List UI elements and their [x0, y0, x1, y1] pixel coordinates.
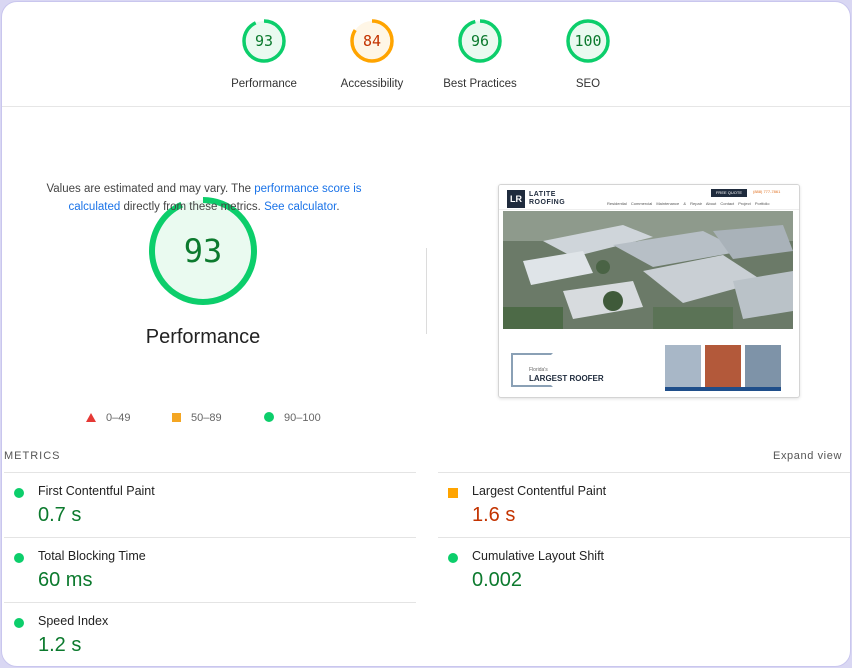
note-text: Values are estimated and may vary. The: [46, 183, 255, 195]
gauge-score: 96: [470, 32, 490, 50]
expand-view-toggle[interactable]: Expand view: [773, 450, 842, 462]
legend-range: 50–89: [191, 412, 222, 424]
metric-name: Total Blocking Time: [38, 549, 146, 563]
gauge-ring: 96: [457, 18, 503, 64]
gauge-label: Performance: [231, 78, 297, 90]
gauge-score: 84: [362, 32, 382, 50]
gauge-label: Best Practices: [443, 78, 517, 90]
gauge-ring: 84: [349, 18, 395, 64]
legend-range: 0–49: [106, 412, 131, 424]
metric-name: First Contentful Paint: [38, 484, 155, 498]
performance-title: Performance: [145, 326, 261, 348]
site-brand: LATITE ROOFING: [529, 191, 566, 206]
legend-pass: 90–100: [264, 412, 321, 424]
metric-name: Cumulative Layout Shift: [472, 549, 605, 563]
square-icon: [172, 413, 181, 422]
gallery-photo: [745, 345, 781, 387]
gauge-performance[interactable]: 93 Performance: [209, 18, 319, 90]
circle-icon: [264, 412, 274, 422]
metric-name: Speed Index: [38, 614, 109, 628]
legend-range: 90–100: [284, 412, 321, 424]
site-nav: Residential Commercial Maintenance & Rep…: [607, 201, 770, 206]
gauge-label: SEO: [575, 78, 601, 90]
pass-circle-icon: [14, 553, 24, 563]
gauge-accessibility[interactable]: 84 Accessibility: [317, 18, 427, 90]
pass-circle-icon: [14, 618, 24, 628]
metric-value: 60 ms: [38, 569, 93, 591]
pass-circle-icon: [14, 488, 24, 498]
metric-divider: [438, 472, 850, 473]
gauge-seo[interactable]: 100 SEO: [533, 18, 643, 90]
triangle-icon: [86, 413, 96, 422]
legend-average: 50–89: [172, 412, 222, 424]
aerial-photo: [503, 211, 793, 329]
tagline-small: Florida's: [529, 367, 548, 373]
site-logo: LR: [507, 190, 525, 208]
gauge-ring: 93: [241, 18, 287, 64]
gauge-best-practices[interactable]: 96 Best Practices: [425, 18, 535, 90]
metric-divider: [4, 472, 416, 473]
gauge-score: 100: [574, 32, 602, 50]
performance-note: Values are estimated and may vary. The p…: [44, 180, 364, 216]
gallery-photo: [665, 345, 701, 387]
see-calculator-link[interactable]: See calculator: [264, 201, 336, 213]
gauge-ring: 100: [565, 18, 611, 64]
metric-name: Largest Contentful Paint: [472, 484, 607, 498]
metric-value: 1.2 s: [38, 634, 82, 656]
metric-value: 0.002: [472, 569, 523, 591]
divider: [426, 248, 427, 334]
site-header: LR LATITE ROOFING FREE QUOTE (888) 777-78…: [499, 185, 799, 210]
category-gauges: 93 Performance 84 Accessibility 96 Best …: [2, 2, 850, 107]
note-text: directly from these metrics.: [120, 201, 265, 213]
gauge-score: 93: [254, 32, 274, 50]
metric-divider: [4, 602, 416, 603]
free-quote-button: FREE QUOTE: [711, 189, 747, 197]
site-phone: (888) 777-7861: [753, 189, 781, 194]
pass-circle-icon: [448, 553, 458, 563]
metric-value: 0.7 s: [38, 504, 82, 526]
gallery-photo: [705, 345, 741, 387]
gallery-bar: [665, 387, 781, 391]
legend-fail: 0–49: [86, 412, 130, 424]
note-text: .: [336, 201, 340, 213]
hero-section: Florida's LARGEST ROOFER: [503, 345, 793, 391]
lighthouse-report: 93 Performance 84 Accessibility 96 Best …: [1, 1, 851, 667]
final-screenshot[interactable]: LR LATITE ROOFING FREE QUOTE (888) 777-78…: [498, 184, 800, 398]
metric-divider: [438, 537, 850, 538]
metrics-header: METRICS: [4, 450, 61, 462]
metric-divider: [4, 537, 416, 538]
metric-value: 1.6 s: [472, 504, 516, 526]
gauge-label: Accessibility: [340, 78, 404, 90]
average-square-icon: [448, 488, 458, 498]
tagline-large: LARGEST ROOFER: [529, 374, 604, 383]
